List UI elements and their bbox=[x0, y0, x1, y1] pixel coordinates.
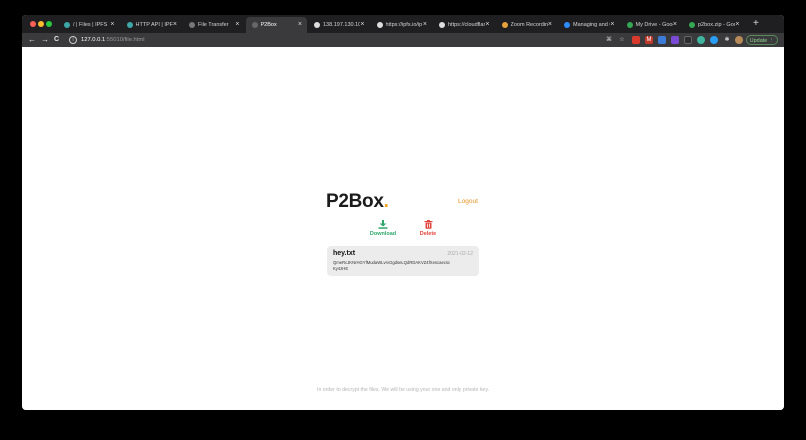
extension-m-icon[interactable]: M bbox=[645, 36, 653, 44]
tab-close-icon[interactable]: × bbox=[485, 17, 489, 33]
forward-button[interactable]: → bbox=[41, 34, 49, 46]
tab-close-icon[interactable]: × bbox=[735, 17, 739, 33]
extension-teal-icon[interactable] bbox=[697, 36, 705, 44]
site-info-icon[interactable]: i bbox=[69, 36, 77, 44]
globe-icon bbox=[251, 22, 258, 28]
url-text: 127.0.0.1:55010/file.html bbox=[81, 35, 145, 45]
file-hash: QmeRcJKNrHGYfMudaWLvrvGgdseLQdRDAKVZ4fXe… bbox=[333, 260, 451, 271]
logo-text: P2Box bbox=[326, 191, 384, 212]
delete-label: Delete bbox=[419, 231, 437, 237]
extension-shield-icon[interactable] bbox=[632, 36, 640, 44]
tab-3[interactable]: P2Box × bbox=[245, 17, 307, 33]
tab-10[interactable]: p2box.zip - Goo × bbox=[683, 17, 745, 33]
docs-icon bbox=[564, 22, 570, 28]
trash-icon bbox=[424, 220, 432, 229]
new-tab-button[interactable]: + bbox=[753, 18, 759, 30]
drive-icon bbox=[689, 22, 695, 28]
minimize-window-button[interactable] bbox=[38, 21, 44, 27]
tab-close-icon[interactable]: × bbox=[610, 17, 614, 33]
tab-close-icon[interactable]: × bbox=[110, 17, 114, 33]
tab-close-icon[interactable]: × bbox=[673, 17, 677, 33]
logo-dot: . bbox=[383, 191, 389, 212]
logout-link[interactable]: Logout bbox=[458, 198, 478, 205]
extension-blue-icon[interactable] bbox=[710, 36, 718, 44]
tab-5[interactable]: https://ipfs.io/ip × bbox=[371, 17, 433, 33]
tab-4[interactable]: 138.197.130.10 × bbox=[308, 17, 370, 33]
ipfs-icon bbox=[64, 22, 70, 28]
tab-label: https://cloudflar bbox=[448, 22, 486, 28]
extension-person-icon[interactable] bbox=[658, 36, 666, 44]
tab-close-icon[interactable]: × bbox=[423, 17, 427, 33]
back-button[interactable]: ← bbox=[28, 34, 36, 46]
tab-0[interactable]: / | Files | IPFS × bbox=[58, 17, 120, 33]
ipfs-icon bbox=[126, 22, 133, 28]
keyboard-shortcut-icon[interactable]: ⌘ bbox=[605, 36, 613, 44]
maximize-window-button[interactable] bbox=[46, 21, 52, 27]
tab-label: My Drive - Goog bbox=[635, 22, 673, 28]
url-host: 127.0.0.1 bbox=[81, 37, 106, 43]
extension-dark-icon[interactable] bbox=[684, 36, 692, 44]
download-icon bbox=[378, 220, 388, 229]
profile-avatar-icon[interactable] bbox=[735, 36, 743, 44]
page-content: P2Box. Logout Download Delete hey.txt 20… bbox=[22, 47, 784, 410]
delete-button[interactable]: Delete bbox=[413, 220, 443, 237]
globe-icon bbox=[439, 22, 445, 28]
globe-icon bbox=[314, 22, 320, 28]
tab-label: p2box.zip - Goo bbox=[698, 22, 736, 28]
bookmark-star-icon[interactable]: ☆ bbox=[618, 36, 626, 44]
tab-label: Zoom Recording bbox=[510, 22, 548, 28]
tab-label: P2Box bbox=[260, 22, 277, 28]
tab-9[interactable]: My Drive - Goog × bbox=[621, 17, 683, 33]
p2box-logo: P2Box. bbox=[326, 191, 389, 213]
file-card[interactable]: hey.txt 2021-02-12 QmeRcJKNrHGYfMudaWLvr… bbox=[327, 246, 479, 276]
address-bar[interactable]: i 127.0.0.1:55010/file.html bbox=[69, 35, 617, 45]
tab-bar: / | Files | IPFS × HTTP API | IPFS × File Tr… bbox=[22, 15, 784, 33]
tab-label: https://ipfs.io/ip bbox=[385, 22, 423, 28]
tab-label: / | Files | IPFS bbox=[73, 22, 108, 28]
tab-1[interactable]: HTTP API | IPFS × bbox=[121, 17, 183, 33]
tab-label: 138.197.130.10 bbox=[323, 22, 361, 28]
tab-close-icon[interactable]: × bbox=[360, 17, 364, 33]
tab-close-icon[interactable]: × bbox=[173, 17, 177, 33]
download-label: Download bbox=[369, 231, 397, 237]
update-button[interactable]: Update ⋮ bbox=[746, 35, 778, 45]
tab-label: File Transfer bbox=[198, 22, 229, 28]
tab-label: Managing and u bbox=[573, 22, 611, 28]
file-date: 2021-02-12 bbox=[447, 251, 473, 257]
tab-close-icon[interactable]: × bbox=[298, 17, 302, 33]
browser-toolbar: ← → C i 127.0.0.1:55010/file.html ⌘ ☆ M … bbox=[22, 33, 784, 47]
tab-close-icon[interactable]: × bbox=[235, 17, 239, 33]
url-path: :55010/file.html bbox=[105, 37, 145, 43]
footer-note: In order to decrypt the files. We will b… bbox=[317, 387, 489, 393]
download-button[interactable]: Download bbox=[365, 220, 401, 237]
file-name: hey.txt bbox=[333, 250, 356, 257]
tab-6[interactable]: https://cloudflar × bbox=[433, 17, 495, 33]
tab-8[interactable]: Managing and u × bbox=[558, 17, 620, 33]
tab-7[interactable]: Zoom Recording × bbox=[496, 17, 558, 33]
globe-icon bbox=[376, 22, 383, 28]
browser-window: / | Files | IPFS × HTTP API | IPFS × File Tr… bbox=[22, 15, 784, 410]
loading-icon bbox=[189, 22, 195, 28]
drive-icon bbox=[626, 22, 633, 28]
tab-close-icon[interactable]: × bbox=[548, 17, 552, 33]
reload-button[interactable]: C bbox=[54, 34, 59, 46]
tab-2[interactable]: File Transfer × bbox=[183, 17, 245, 33]
extensions-puzzle-icon[interactable]: ✱ bbox=[723, 36, 731, 44]
extension-color-icon[interactable] bbox=[671, 36, 679, 44]
close-window-button[interactable] bbox=[30, 21, 36, 27]
update-label: Update bbox=[749, 38, 768, 44]
zoom-icon bbox=[501, 22, 508, 28]
tab-label: HTTP API | IPFS bbox=[135, 22, 173, 28]
